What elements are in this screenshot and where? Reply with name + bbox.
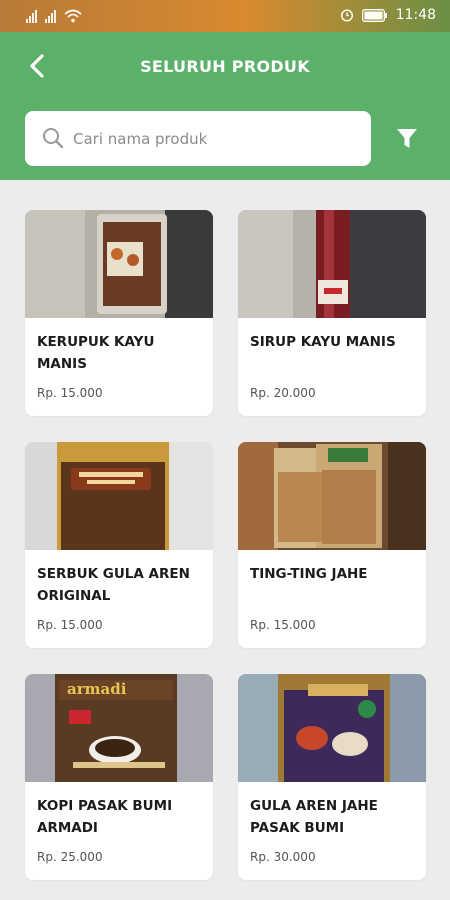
status-icons-left [26,9,82,23]
product-card[interactable]: GULA AREN JAHE PASAK BUMI Rp. 30.000 [238,674,426,880]
product-image: armadi [25,674,213,782]
status-time: 11:48 [395,7,436,23]
product-price: Rp. 15.000 [250,618,316,632]
signal-icon [26,10,37,23]
product-image [238,442,426,550]
battery-icon [361,8,387,22]
product-card[interactable]: SIRUP KAYU MANIS Rp. 20.000 [238,210,426,416]
wifi-icon [64,9,82,23]
product-grid: KERUPUK KAYU MANIS Rp. 15.000 SIRUP KAYU… [25,210,427,880]
package-label: armadi [67,680,127,698]
search-input[interactable] [73,111,353,166]
product-card[interactable]: KERUPUK KAYU MANIS Rp. 15.000 [25,210,213,416]
product-card[interactable]: TING-TING JAHE Rp. 15.000 [238,442,426,648]
product-price: Rp. 30.000 [250,850,316,864]
search-icon [43,128,64,149]
search-bar-area [0,100,450,180]
filter-icon[interactable] [396,127,418,151]
status-bar: 11:48 [0,0,450,32]
alarm-icon [340,9,353,22]
product-image [25,442,213,550]
product-card[interactable]: armadi KOPI PASAK BUMI ARMADI Rp. 25.000 [25,674,213,880]
product-card[interactable]: SERBUK GULA AREN ORIGINAL Rp. 15.000 [25,442,213,648]
product-price: Rp. 15.000 [37,386,103,400]
search-box[interactable] [25,111,371,166]
product-image [25,210,213,318]
product-name: SIRUP KAYU MANIS [250,334,396,350]
product-name: TING-TING JAHE [250,566,368,582]
signal-icon [45,10,56,23]
product-name: KERUPUK KAYU MANIS [37,334,155,372]
product-price: Rp. 15.000 [37,618,103,632]
product-image [238,674,426,782]
page-title: SELURUH PRODUK [140,57,310,76]
product-image [238,210,426,318]
product-price: Rp. 20.000 [250,386,316,400]
product-name: SERBUK GULA AREN ORIGINAL [37,566,190,604]
app-bar: SELURUH PRODUK [0,32,450,100]
product-name: GULA AREN JAHE PASAK BUMI [250,798,378,836]
product-name: KOPI PASAK BUMI ARMADI [37,798,173,836]
status-icons-right: 11:48 [340,7,436,23]
product-price: Rp. 25.000 [37,850,103,864]
